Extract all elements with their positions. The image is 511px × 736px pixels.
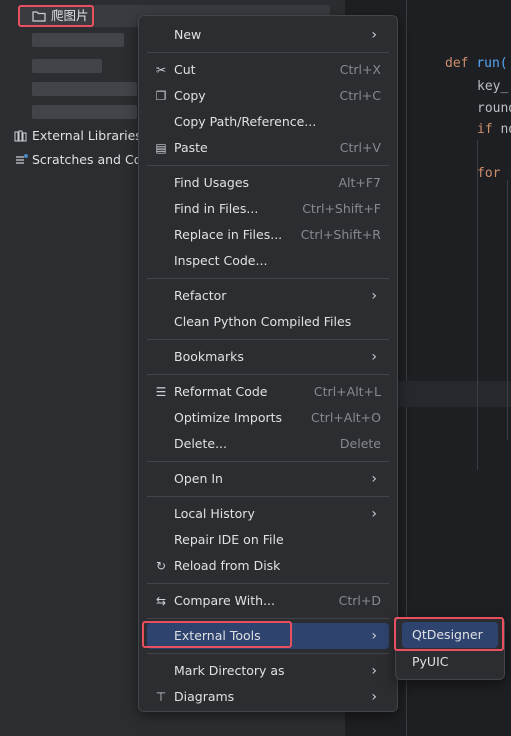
menu-item-label: Mark Directory as bbox=[174, 663, 285, 678]
menu-item-find-in-files[interactable]: Find in Files... Ctrl+Shift+F bbox=[147, 196, 389, 222]
chevron-right-icon: › bbox=[371, 663, 377, 679]
menu-separator bbox=[147, 618, 389, 619]
menu-item-paste[interactable]: ▤ Paste Ctrl+V bbox=[147, 135, 389, 161]
menu-item-label: Clean Python Compiled Files bbox=[174, 314, 352, 329]
blurred-tree-row bbox=[32, 105, 137, 119]
menu-item-label: Bookmarks bbox=[174, 349, 244, 364]
tree-label: Scratches and Con bbox=[32, 152, 150, 167]
chevron-right-icon: › bbox=[371, 349, 377, 365]
qtdesigner-highlight-box bbox=[394, 617, 504, 651]
chevron-right-icon: › bbox=[371, 689, 377, 705]
menu-item-local-history[interactable]: Local History › bbox=[147, 501, 389, 527]
chevron-right-icon: › bbox=[371, 27, 377, 43]
menu-item-label: Open In bbox=[174, 471, 223, 486]
menu-item-delete[interactable]: Delete... Delete bbox=[147, 431, 389, 457]
menu-separator bbox=[147, 583, 389, 584]
folder-highlight-box bbox=[18, 5, 94, 27]
menu-item-label: Diagrams bbox=[174, 689, 235, 704]
menu-separator bbox=[147, 653, 389, 654]
code-line: if no bbox=[477, 122, 511, 137]
paste-icon: ▤ bbox=[155, 141, 167, 155]
menu-item-shortcut: Ctrl+V bbox=[339, 140, 381, 155]
reload-icon: ↻ bbox=[155, 559, 167, 573]
tree-label: External Libraries bbox=[32, 128, 142, 143]
menu-item-shortcut: Ctrl+X bbox=[339, 62, 381, 77]
code-line: for ( bbox=[477, 166, 511, 181]
menu-item-label: Copy bbox=[174, 88, 206, 103]
menu-item-bookmarks[interactable]: Bookmarks › bbox=[147, 344, 389, 370]
menu-separator bbox=[147, 461, 389, 462]
menu-item-cut[interactable]: ✂ Cut Ctrl+X bbox=[147, 57, 389, 83]
menu-item-repair-ide-on-file[interactable]: Repair IDE on File bbox=[147, 527, 389, 553]
blurred-tree-row bbox=[32, 59, 102, 73]
menu-item-label: New bbox=[174, 27, 202, 42]
menu-item-replace-in-files[interactable]: Replace in Files... Ctrl+Shift+R bbox=[147, 222, 389, 248]
menu-item-reload-from-disk[interactable]: ↻ Reload from Disk bbox=[147, 553, 389, 579]
menu-item-copy[interactable]: ❐ Copy Ctrl+C bbox=[147, 83, 389, 109]
menu-item-shortcut: Delete bbox=[339, 436, 381, 451]
menu-item-shortcut: Ctrl+Alt+L bbox=[313, 384, 381, 399]
menu-item-shortcut: Alt+F7 bbox=[338, 175, 381, 190]
menu-item-optimize-imports[interactable]: Optimize Imports Ctrl+Alt+O bbox=[147, 405, 389, 431]
menu-separator bbox=[147, 496, 389, 497]
menu-separator bbox=[147, 165, 389, 166]
submenu-item-pyuic[interactable]: PyUIC bbox=[402, 649, 498, 675]
menu-item-label: Copy Path/Reference... bbox=[174, 114, 317, 129]
scissors-icon: ✂ bbox=[155, 63, 167, 77]
menu-item-shortcut: Ctrl+D bbox=[338, 593, 381, 608]
menu-item-label: Cut bbox=[174, 62, 196, 77]
menu-item-shortcut: Ctrl+Shift+R bbox=[300, 227, 381, 242]
menu-separator bbox=[147, 278, 389, 279]
menu-item-new[interactable]: New › bbox=[147, 22, 389, 48]
code-line: round bbox=[477, 101, 511, 116]
indent-guide bbox=[477, 140, 478, 470]
menu-item-label: Delete... bbox=[174, 436, 227, 451]
menu-item-diagrams[interactable]: ⊤ Diagrams › bbox=[147, 684, 389, 710]
code-line: key_ bbox=[477, 79, 509, 94]
blurred-tree-row bbox=[32, 82, 137, 96]
menu-item-shortcut: Ctrl+C bbox=[339, 88, 381, 103]
copy-icon: ❐ bbox=[155, 89, 167, 103]
indent-guide bbox=[507, 180, 508, 440]
menu-item-label: Refactor bbox=[174, 288, 227, 303]
compare-icon: ⇆ bbox=[155, 594, 167, 608]
menu-item-clean-python-compiled-files[interactable]: Clean Python Compiled Files bbox=[147, 309, 389, 335]
menu-item-shortcut: Ctrl+Shift+F bbox=[302, 201, 381, 216]
menu-item-refactor[interactable]: Refactor › bbox=[147, 283, 389, 309]
blurred-tree-row bbox=[32, 33, 124, 47]
menu-item-copy-path-reference[interactable]: Copy Path/Reference... bbox=[147, 109, 389, 135]
external-tools-highlight-box bbox=[142, 621, 292, 648]
menu-separator bbox=[147, 374, 389, 375]
menu-separator bbox=[147, 52, 389, 53]
menu-item-label: Reformat Code bbox=[174, 384, 268, 399]
menu-item-label: Replace in Files... bbox=[174, 227, 283, 242]
menu-item-label: Local History bbox=[174, 506, 255, 521]
chevron-right-icon: › bbox=[371, 471, 377, 487]
context-menu: New › ✂ Cut Ctrl+X ❐ Copy Ctrl+C Copy Path/Refer… bbox=[138, 15, 398, 712]
reformat-icon: ☰ bbox=[155, 385, 167, 399]
menu-item-label: Optimize Imports bbox=[174, 410, 283, 425]
menu-item-label: Compare With... bbox=[174, 593, 275, 608]
menu-item-label: Reload from Disk bbox=[174, 558, 281, 573]
menu-item-label: Find Usages bbox=[174, 175, 250, 190]
menu-item-label: Inspect Code... bbox=[174, 253, 268, 268]
chevron-right-icon: › bbox=[371, 506, 377, 522]
menu-item-find-usages[interactable]: Find Usages Alt+F7 bbox=[147, 170, 389, 196]
menu-item-compare-with[interactable]: ⇆ Compare With... Ctrl+D bbox=[147, 588, 389, 614]
menu-separator bbox=[147, 339, 389, 340]
code-line: def run( bbox=[445, 56, 508, 71]
menu-item-inspect-code[interactable]: Inspect Code... bbox=[147, 248, 389, 274]
menu-item-open-in[interactable]: Open In › bbox=[147, 466, 389, 492]
menu-item-label: Paste bbox=[174, 140, 208, 155]
diagram-icon: ⊤ bbox=[155, 690, 167, 704]
chevron-right-icon: › bbox=[371, 288, 377, 304]
menu-item-mark-directory-as[interactable]: Mark Directory as › bbox=[147, 658, 389, 684]
menu-item-label: Repair IDE on File bbox=[174, 532, 284, 547]
menu-item-shortcut: Ctrl+Alt+O bbox=[311, 410, 381, 425]
chevron-right-icon: › bbox=[371, 628, 377, 644]
scratches-icon bbox=[14, 149, 30, 178]
menu-item-label: Find in Files... bbox=[174, 201, 259, 216]
menu-item-reformat-code[interactable]: ☰ Reformat Code Ctrl+Alt+L bbox=[147, 379, 389, 405]
